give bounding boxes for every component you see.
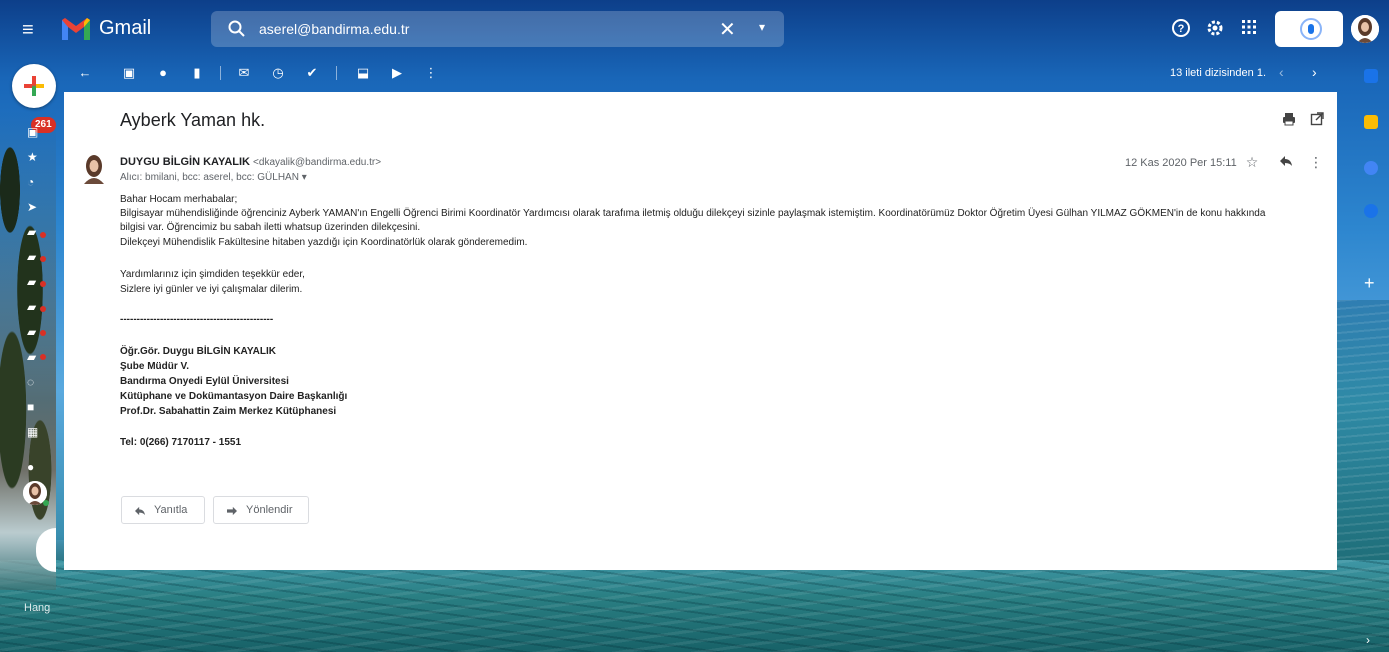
report-spam-icon[interactable]: ● (156, 66, 170, 80)
svg-text:?: ? (1178, 23, 1185, 35)
label-dot (40, 281, 46, 287)
label-icon[interactable]: ▰ (27, 276, 41, 288)
hangouts-icon[interactable]: ● (27, 461, 41, 473)
recipients-text: Alıcı: bmilani, bcc: aserel, bcc: GÜLHAN (120, 172, 299, 183)
body-line: Yardımlarınız için şimdiden teşekkür ede… (120, 269, 305, 280)
snooze-icon[interactable]: ◷ (271, 66, 285, 80)
forward-button-label: Yönlendir (246, 504, 293, 516)
help-icon[interactable]: ? (1170, 18, 1192, 40)
apps-grid-icon[interactable] (1238, 18, 1260, 40)
open-in-new-window-icon[interactable] (1310, 112, 1324, 126)
star-icon[interactable]: ☆ (1244, 154, 1260, 170)
reply-icon[interactable] (1278, 154, 1294, 170)
contacts-app-icon[interactable] (1364, 204, 1378, 218)
compose-button[interactable] (12, 64, 56, 108)
mark-unread-icon[interactable]: ✉ (237, 66, 251, 80)
move-to-icon[interactable]: ⬓ (356, 66, 370, 80)
toolbar-separator (220, 66, 221, 80)
more-options-icon[interactable]: ⋮ (424, 66, 438, 80)
label-icon[interactable]: ▰ (27, 226, 41, 238)
labels-icon[interactable]: ▶ (390, 66, 404, 80)
calendar-app-icon[interactable] (1364, 69, 1378, 83)
top-bar: ≡ Gmail aserel@bandirma.edu.tr ✕ ▾ ? (0, 0, 1389, 60)
signature-line: Şube Müdür V. (120, 361, 190, 372)
back-arrow-icon[interactable]: ← (78, 66, 92, 80)
keep-app-icon[interactable] (1364, 115, 1378, 129)
body-line: Bahar Hocam merhabalar; (120, 194, 238, 205)
more-message-options-icon[interactable]: ⋮ (1308, 154, 1324, 170)
label-icon[interactable]: ▰ (27, 301, 41, 313)
background-water-right (1337, 300, 1389, 560)
delete-icon[interactable]: ▮ (190, 66, 204, 80)
search-options-icon[interactable]: ▾ (759, 20, 765, 34)
body-line: Sizlere iyi günler ve iyi çalışmalar dil… (120, 284, 303, 295)
label-icon[interactable]: ▰ (27, 251, 41, 263)
body-line: bilgisi var. Öğrencimiz bu sabah iletti … (120, 222, 421, 233)
hangouts-label: Hang (24, 602, 51, 614)
signature-line: Bandırma Onyedi Eylül Üniversitesi (120, 376, 289, 387)
label-dot (40, 256, 46, 262)
label-dot (40, 354, 46, 360)
reply-button[interactable]: Yanıtla (121, 496, 205, 524)
pagination-label: 13 ileti dizisinden 1. (1170, 67, 1267, 79)
sender-avatar[interactable] (80, 154, 108, 184)
label-dot (40, 306, 46, 312)
sender-info: DUYGU BİLGİN KAYALIK <dkayalik@bandirma.… (120, 156, 381, 168)
body-line: Dilekçeyi Mühendislik Fakültesine hitabe… (120, 237, 528, 248)
calendar-icon[interactable]: ▦ (27, 426, 41, 438)
meet-icon[interactable]: ◌ (27, 376, 41, 388)
gmail-logo-icon[interactable] (60, 16, 92, 42)
print-icon[interactable] (1282, 112, 1296, 126)
show-side-panel-icon[interactable]: › (1366, 633, 1370, 647)
body-line: Bilgisayar mühendisliğinde öğrenciniz Ay… (120, 208, 1266, 219)
get-addons-icon[interactable]: + (1364, 273, 1375, 294)
message-date: 12 Kas 2020 Per 15:11 (1125, 157, 1237, 169)
reply-arrow-icon (134, 497, 146, 523)
signature-line: Kütüphane ve Dokümantasyon Daire Başkanl… (120, 391, 348, 402)
message-pane: Ayberk Yaman hk. DUYGU BİLGİN KAYALIK <d… (64, 92, 1337, 570)
main-menu-icon[interactable]: ≡ (22, 20, 44, 40)
show-details-icon[interactable]: ▾ (302, 172, 307, 183)
clear-search-icon[interactable]: ✕ (719, 17, 736, 42)
archive-icon[interactable]: ▣ (122, 66, 136, 80)
background-water (0, 560, 1389, 652)
add-to-tasks-icon[interactable]: ✔ (305, 66, 319, 80)
label-dot (40, 232, 46, 238)
label-icon[interactable]: ▰ (27, 351, 41, 363)
video-camera-icon[interactable]: ■ (27, 401, 41, 413)
sender-name[interactable]: DUYGU BİLGİN KAYALIK (120, 156, 250, 168)
forward-arrow-icon (226, 497, 238, 523)
next-conversation-icon[interactable]: › (1312, 64, 1317, 80)
signature-separator: ----------------------------------------… (120, 314, 274, 325)
reply-button-label: Yanıtla (154, 504, 188, 516)
tasks-app-icon[interactable] (1364, 161, 1378, 175)
settings-gear-icon[interactable] (1204, 18, 1226, 40)
previous-conversation-icon[interactable]: ‹ (1279, 64, 1284, 80)
recipients-line[interactable]: Alıcı: bmilani, bcc: aserel, bcc: GÜLHAN… (120, 172, 307, 183)
search-input[interactable]: aserel@bandirma.edu.tr (259, 21, 409, 37)
search-bar[interactable]: aserel@bandirma.edu.tr ✕ ▾ (211, 11, 784, 47)
label-icon[interactable]: ▰ (27, 326, 41, 338)
account-avatar[interactable] (1351, 15, 1379, 43)
forward-button[interactable]: Yönlendir (213, 496, 309, 524)
online-status-dot (43, 500, 49, 506)
signature-phone: Tel: 0(266) 7170117 - 1551 (120, 437, 242, 448)
starred-icon[interactable]: ★ (27, 151, 41, 163)
email-subject: Ayberk Yaman hk. (120, 110, 266, 130)
toolbar-separator (336, 66, 337, 80)
search-icon[interactable] (227, 19, 247, 39)
organization-logo-icon (1300, 18, 1322, 40)
sent-icon[interactable]: ➤ (27, 201, 41, 213)
gmail-brand-text[interactable]: Gmail (99, 17, 151, 40)
label-dot (40, 330, 46, 336)
inbox-icon[interactable]: ▣ (27, 126, 41, 138)
signature-line: Prof.Dr. Sabahattin Zaim Merkez Kütüphan… (120, 406, 337, 417)
snoozed-icon[interactable]: ◔ (27, 176, 41, 188)
organization-logo-box[interactable] (1275, 11, 1343, 47)
signature-line: Öğr.Gör. Duygu BİLGİN KAYALIK (120, 346, 276, 357)
sender-email: <dkayalik@bandirma.edu.tr> (253, 157, 382, 168)
